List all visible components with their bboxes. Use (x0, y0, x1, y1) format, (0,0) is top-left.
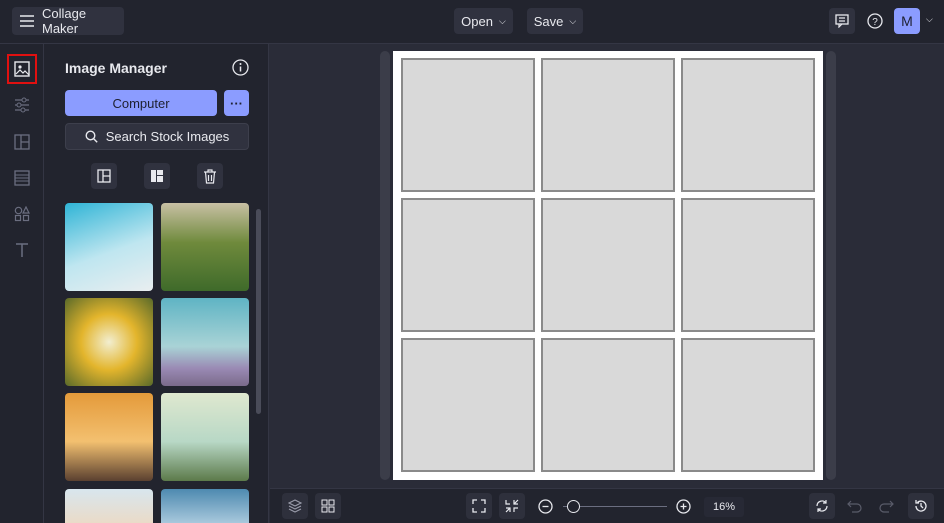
collage-cell[interactable] (681, 338, 815, 472)
save-button[interactable]: Save ⌵ (527, 8, 583, 34)
comment-icon (835, 14, 849, 28)
layers-icon (288, 499, 302, 513)
thumbnail-0[interactable] (65, 203, 153, 291)
zoom-in-icon[interactable] (676, 499, 691, 514)
chevron-down-icon: ⌵ (569, 15, 577, 26)
rail-adjustments[interactable] (7, 90, 37, 120)
collage-canvas (393, 51, 823, 480)
panel-title: Image Manager (65, 60, 167, 76)
app-title: Collage Maker (42, 6, 87, 36)
delete-images-button[interactable] (197, 163, 223, 189)
collage-cell[interactable] (541, 58, 675, 192)
image-manager-panel: Image Manager Computer ··· Search Stock … (44, 44, 269, 523)
layers-button[interactable] (282, 493, 308, 519)
bottom-toolbar: 16% (270, 488, 944, 523)
search-icon (85, 130, 98, 143)
collage-cell[interactable] (401, 58, 535, 192)
shrink-button[interactable] (499, 493, 525, 519)
grid-button[interactable] (315, 493, 341, 519)
grid-icon (321, 499, 335, 513)
undo-icon[interactable] (847, 500, 862, 513)
shapes-icon (14, 206, 30, 222)
collapse-icon (505, 499, 519, 513)
thumbnail-6[interactable] (65, 489, 153, 523)
rail-graphics[interactable] (7, 199, 37, 229)
panel-scrollbar[interactable] (256, 209, 261, 414)
computer-upload-button[interactable]: Computer (65, 90, 217, 116)
layout-icon (97, 169, 111, 183)
auto-fill-button[interactable] (144, 163, 170, 189)
comments-button[interactable] (829, 8, 855, 34)
left-canvas-scrollbar[interactable] (380, 51, 390, 480)
canvas-area (270, 44, 944, 488)
collage-cell[interactable] (401, 198, 535, 332)
collage-cell[interactable] (681, 198, 815, 332)
collage-cell[interactable] (541, 338, 675, 472)
open-button[interactable]: Open ⌵ (454, 8, 513, 34)
avatar[interactable]: M (894, 8, 920, 34)
redo-icon[interactable] (879, 500, 894, 513)
more-options-button[interactable]: ··· (224, 90, 249, 116)
search-stock-images-button[interactable]: Search Stock Images (65, 123, 249, 150)
open-label: Open (461, 13, 493, 29)
history-button[interactable] (908, 493, 934, 519)
help-icon: ? (867, 13, 883, 29)
search-label: Search Stock Images (105, 129, 230, 144)
hamburger-icon (20, 15, 34, 27)
collage-cell[interactable] (541, 198, 675, 332)
thumbnail-4[interactable] (65, 393, 153, 481)
tool-rail (0, 44, 44, 523)
info-icon[interactable] (232, 59, 249, 76)
texture-icon (14, 170, 30, 186)
collage-cell[interactable] (681, 58, 815, 192)
sliders-icon (14, 97, 30, 113)
rail-text[interactable] (7, 235, 37, 265)
text-icon (14, 242, 30, 258)
menu-button[interactable]: Collage Maker (12, 6, 124, 36)
save-label: Save (533, 13, 564, 29)
zoom-slider-handle[interactable] (567, 500, 580, 513)
rail-image-manager[interactable] (7, 54, 37, 84)
thumbnail-3[interactable] (161, 298, 249, 386)
layout-filled-icon (150, 169, 164, 183)
svg-text:?: ? (872, 17, 878, 28)
top-bar: Collage Maker Open ⌵ Save ⌵ ? M ⌵ (0, 0, 944, 44)
thumbnail-2[interactable] (65, 298, 153, 386)
thumbnail-5[interactable] (161, 393, 249, 481)
right-canvas-scrollbar[interactable] (826, 51, 836, 480)
rail-backgrounds[interactable] (7, 163, 37, 193)
layout-icon (14, 134, 30, 150)
zoom-value[interactable]: 16% (704, 497, 744, 517)
reset-button[interactable] (809, 493, 835, 519)
refresh-icon (815, 499, 829, 513)
collage-cell[interactable] (401, 338, 535, 472)
help-button[interactable]: ? (862, 8, 888, 34)
history-icon (914, 499, 928, 513)
expand-icon (472, 499, 486, 513)
rail-layouts[interactable] (7, 127, 37, 157)
thumbnail-7[interactable] (161, 489, 249, 523)
chevron-down-icon: ⌵ (498, 15, 506, 26)
fit-screen-button[interactable] (466, 493, 492, 519)
fill-layout-button[interactable] (91, 163, 117, 189)
zoom-out-icon[interactable] (538, 499, 553, 514)
trash-icon (203, 168, 217, 184)
image-icon (14, 61, 30, 77)
chevron-down-icon[interactable]: ⌵ (926, 14, 933, 25)
thumbnail-1[interactable] (161, 203, 249, 291)
